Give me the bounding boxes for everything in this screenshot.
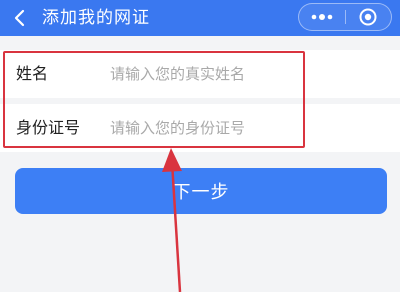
chevron-left-icon — [14, 9, 25, 27]
close-mini-program-button[interactable] — [346, 4, 391, 30]
name-row: 姓名 — [0, 50, 400, 98]
id-form: 姓名 身份证号 — [0, 50, 400, 152]
back-button[interactable] — [10, 6, 32, 30]
nav-bar: 添加我的网证 — [0, 0, 400, 36]
target-circle-icon — [359, 8, 377, 26]
more-button[interactable] — [299, 4, 345, 30]
name-input[interactable] — [110, 60, 310, 88]
id-number-input[interactable] — [110, 114, 310, 142]
next-step-button[interactable]: 下一步 — [15, 168, 387, 214]
id-number-label: 身份证号 — [16, 118, 81, 137]
more-dots-icon — [311, 14, 333, 20]
id-number-row: 身份证号 — [0, 104, 400, 152]
mini-program-capsule — [298, 3, 392, 31]
page-title: 添加我的网证 — [42, 8, 150, 28]
name-label: 姓名 — [16, 64, 49, 83]
